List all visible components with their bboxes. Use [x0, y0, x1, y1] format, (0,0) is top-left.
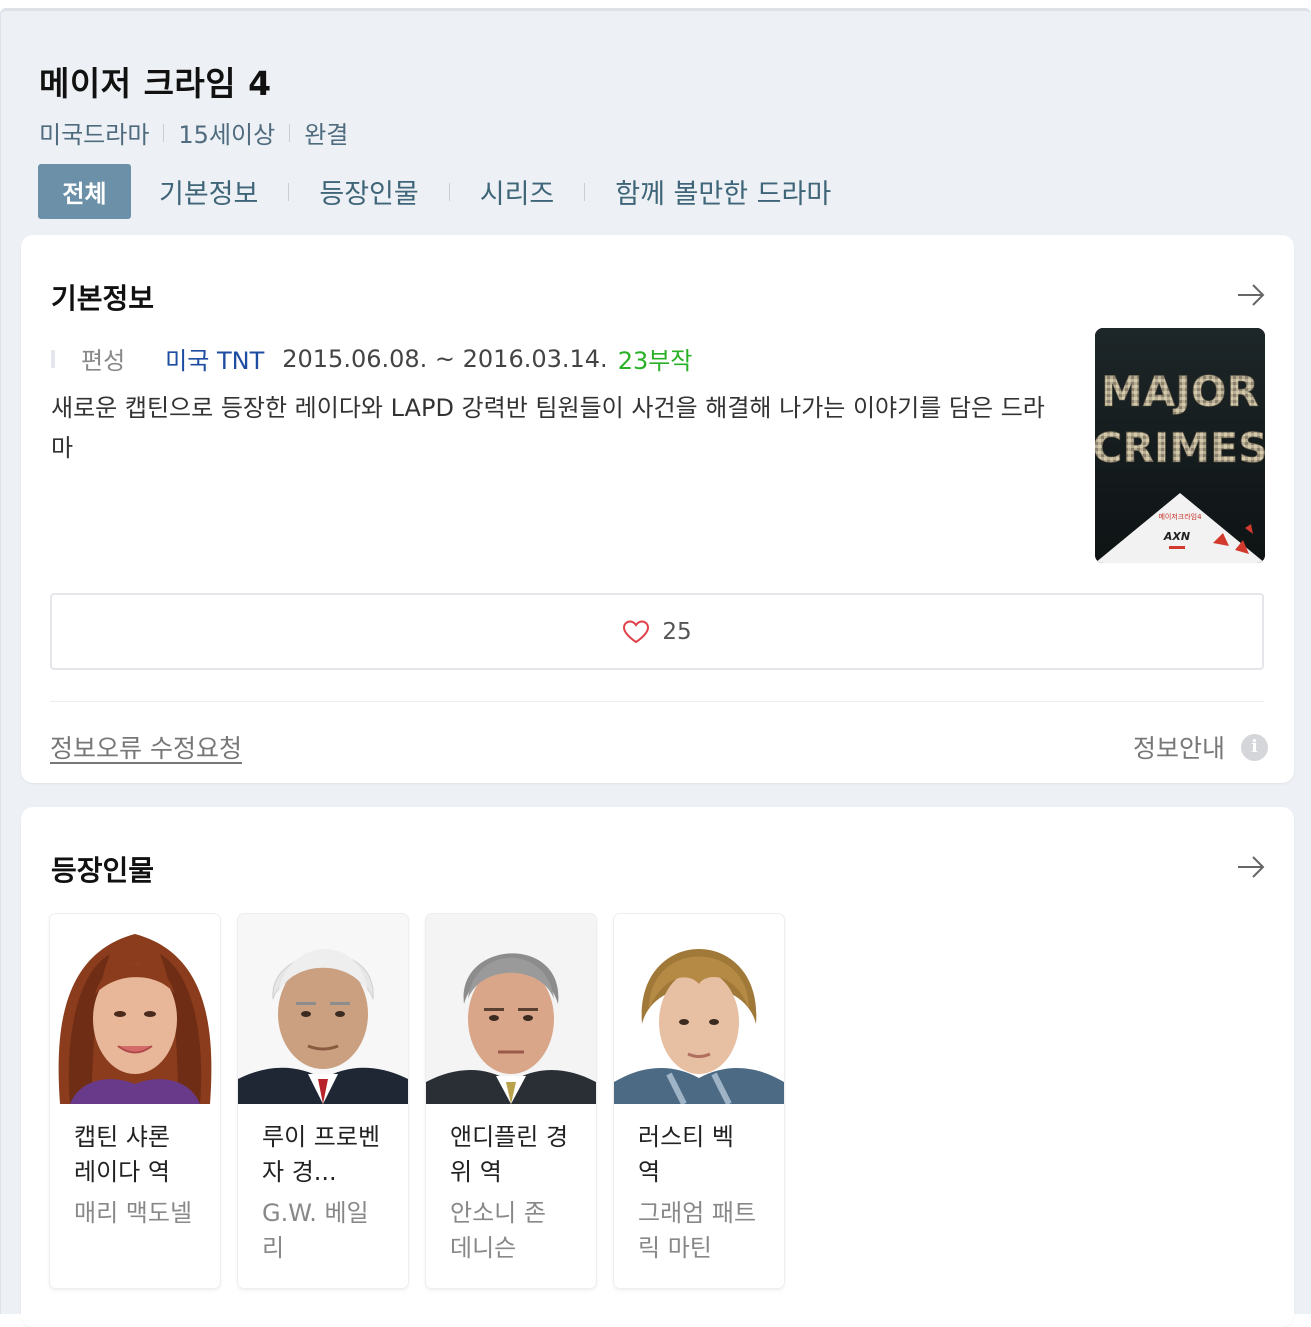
info-guide[interactable]: 정보안내 i: [1133, 729, 1268, 765]
tab-all[interactable]: 전체: [38, 164, 131, 219]
cast-item[interactable]: 캡틴 샤론 레이다 역 매리 맥도넬: [50, 914, 220, 1288]
divider: [50, 701, 1264, 702]
page-frame: 메이저 크라임 4 미국드라마 15세이상 완결 전체 기본정보 등장인물 시리…: [0, 8, 1311, 1327]
cast-actor: 매리 맥도넬: [74, 1199, 193, 1227]
cast-role: 캡틴 샤론 레이다 역: [74, 1123, 170, 1186]
tab-basic-info[interactable]: 기본정보: [159, 172, 258, 211]
poster-logo: AXN: [1163, 530, 1190, 543]
cast-photo: [50, 914, 220, 1104]
cast-role: 러스티 벡 역: [638, 1123, 734, 1186]
poster-title-line1: MAJOR: [1101, 367, 1259, 416]
tab-related-dramas[interactable]: 함께 볼만한 드라마: [615, 172, 831, 211]
cast-actor: 안소니 존 데니슨: [450, 1199, 546, 1262]
cast-photo: [426, 914, 596, 1104]
cast-list: 캡틴 샤론 레이다 역 매리 맥도넬 루이 프로벤자 경... G.W. 베일리…: [50, 914, 802, 1288]
drama-title: 메이저 크라임 4: [39, 64, 272, 103]
tab-series[interactable]: 시리즈: [480, 172, 555, 211]
broadcast-row: 편성 미국 TNT 2015.06.08. ~ 2016.03.14. 23부작: [51, 341, 692, 376]
meta-genre: 미국드라마: [39, 121, 150, 149]
drama-poster[interactable]: MAJOR CRIMES 메이저크라임4 AXN: [1095, 328, 1265, 563]
cast-card-section: 등장인물 캡틴 샤론 레이다 역 매리 맥도넬 루이 프로벤자 경... G.W…: [21, 807, 1294, 1327]
cast-item[interactable]: 루이 프로벤자 경... G.W. 베일리: [238, 914, 408, 1288]
poster-caption: 메이저크라임4: [1158, 512, 1202, 521]
info-guide-label: 정보안내: [1132, 734, 1225, 763]
like-count: 25: [662, 618, 692, 645]
basic-info-card: 기본정보 편성 미국 TNT 2015.06.08. ~ 2016.03.14.…: [21, 235, 1294, 783]
cast-role: 루이 프로벤자 경...: [262, 1123, 381, 1186]
meta-status: 완결: [304, 121, 349, 149]
arrow-right-icon[interactable]: [1236, 283, 1266, 307]
drama-meta: 미국드라마 15세이상 완결: [39, 115, 348, 150]
tab-divider: [288, 182, 290, 201]
tab-divider: [448, 182, 450, 201]
meta-rating: 15세이상: [178, 121, 276, 149]
tab-bar: 전체 기본정보 등장인물 시리즈 함께 볼만한 드라마: [38, 164, 831, 219]
label-bar: [51, 349, 55, 368]
cast-role: 앤디플린 경위 역: [450, 1123, 569, 1186]
episode-count: 23부작: [617, 347, 693, 375]
meta-divider: [163, 123, 165, 142]
basic-info-heading: 기본정보: [51, 282, 155, 315]
report-error-link[interactable]: 정보오류 수정요청: [50, 729, 242, 765]
cast-photo: [614, 914, 784, 1104]
broadcast-dates: 2015.06.08. ~ 2016.03.14.: [282, 344, 608, 373]
cast-heading: 등장인물: [51, 854, 155, 887]
drama-description: 새로운 캡틴으로 등장한 레이다와 LAPD 강력반 팀원들이 사건을 해결해 …: [51, 394, 1045, 462]
cast-item[interactable]: 러스티 벡 역 그래엄 패트릭 마틴: [614, 914, 784, 1288]
like-button[interactable]: 25: [50, 593, 1264, 670]
network-link[interactable]: 미국 TNT: [165, 341, 264, 376]
tab-cast[interactable]: 등장인물: [319, 172, 418, 211]
poster-title-line2: CRIMES: [1095, 424, 1265, 472]
cast-item[interactable]: 앤디플린 경위 역 안소니 존 데니슨: [426, 914, 596, 1288]
cast-actor: 그래엄 패트릭 마틴: [638, 1199, 757, 1262]
broadcast-label: 편성: [81, 347, 126, 375]
arrow-right-icon[interactable]: [1236, 855, 1266, 879]
tab-divider: [584, 182, 586, 201]
cast-photo: [238, 914, 408, 1104]
cast-actor: G.W. 베일리: [262, 1199, 369, 1262]
info-icon: i: [1241, 733, 1268, 761]
heart-icon: [623, 619, 650, 643]
meta-divider: [289, 123, 291, 142]
